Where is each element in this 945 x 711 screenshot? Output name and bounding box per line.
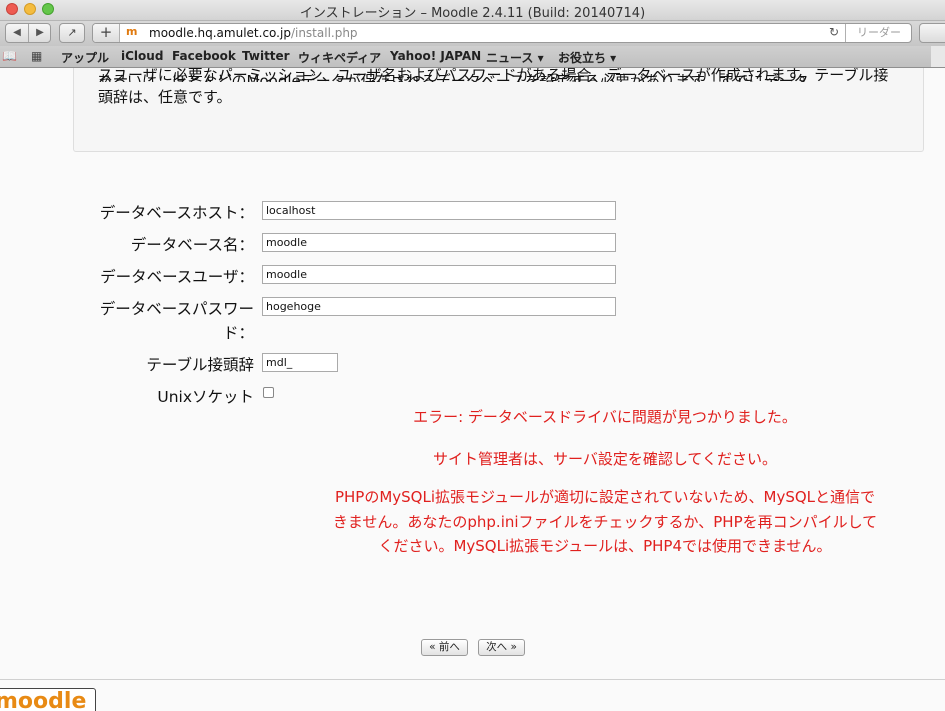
next-button[interactable]: 次へ » bbox=[478, 639, 525, 656]
address-bar[interactable]: + m moodle.hq.amulet.co.jp/install.php ↻… bbox=[92, 23, 912, 43]
reader-button[interactable]: リーダー bbox=[845, 24, 912, 42]
window-title: インストレーション – Moodle 2.4.11 (Build: 201407… bbox=[299, 6, 646, 21]
db-password-input[interactable] bbox=[262, 297, 616, 316]
prev-button[interactable]: « 前へ bbox=[421, 639, 468, 656]
bookmark-menu-news[interactable]: ニュース ▾ bbox=[486, 49, 544, 66]
db-host-input[interactable] bbox=[262, 201, 616, 220]
back-button[interactable]: ◀ bbox=[6, 25, 28, 41]
bookmark-item[interactable]: iCloud bbox=[121, 49, 163, 63]
forward-button[interactable]: ▶ bbox=[29, 25, 51, 41]
bookmark-item[interactable]: ウィキペディア bbox=[298, 49, 381, 66]
url-path: /install.php bbox=[290, 26, 358, 40]
browser-toolbar: ◀ ▶ ↗ + m moodle.hq.amulet.co.jp/install… bbox=[0, 21, 945, 46]
error-driver: エラー: データベースドライバに問題が見つかりました。 bbox=[413, 408, 797, 426]
db-user-input[interactable] bbox=[262, 265, 616, 284]
title-bar: インストレーション – Moodle 2.4.11 (Build: 201407… bbox=[0, 0, 945, 21]
bookmark-item[interactable]: Yahoo! JAPAN bbox=[390, 49, 481, 63]
reading-list-icon[interactable]: 📖 bbox=[2, 49, 17, 63]
bookmark-item[interactable]: Facebook bbox=[172, 49, 236, 63]
db-host-label: データベースホスト： bbox=[99, 204, 254, 222]
table-prefix-input[interactable] bbox=[262, 353, 338, 372]
scrollbar[interactable] bbox=[931, 46, 945, 67]
unix-socket-label: Unixソケット bbox=[157, 388, 254, 406]
share-button[interactable]: ↗ bbox=[59, 23, 85, 43]
moodle-logo[interactable]: moodle bbox=[0, 688, 96, 711]
bookmark-item[interactable]: Twitter bbox=[242, 49, 290, 63]
page-content: スユーザに必要なパーミッション、ユーザ名およびパスワードがある場合、データベース… bbox=[0, 68, 945, 711]
unix-socket-checkbox[interactable] bbox=[263, 387, 274, 398]
top-sites-icon[interactable]: ▦ bbox=[31, 49, 42, 63]
moodle-favicon-icon: m bbox=[126, 25, 138, 38]
footer-divider bbox=[0, 679, 945, 680]
info-text-cut-line: あるいは、ほとんどのMoodleデータが保存されるデータベースを設定する必要があ… bbox=[97, 72, 809, 82]
url-host: moodle.hq.amulet.co.jp bbox=[149, 26, 291, 40]
table-prefix-label: テーブル接頭辞 bbox=[146, 356, 254, 374]
toolbar-edge-button[interactable] bbox=[919, 23, 945, 43]
error-mysqli: PHPのMySQLi拡張モジュールが適切に設定されていないため、MySQLと通信… bbox=[332, 488, 878, 555]
moodle-logo-text: moodle bbox=[0, 689, 87, 711]
reload-icon[interactable]: ↻ bbox=[829, 25, 839, 39]
db-name-label: データベース名： bbox=[130, 236, 254, 254]
db-password-label-cont: ド： bbox=[222, 324, 254, 342]
add-tab-button[interactable]: + bbox=[93, 24, 120, 42]
db-password-label: データベースパスワー bbox=[99, 300, 254, 318]
bookmark-menu-useful[interactable]: お役立ち ▾ bbox=[558, 49, 616, 66]
bookmarks-bar: 📖 ▦ アップル iCloud Facebook Twitter ウィキペディア… bbox=[0, 46, 945, 68]
error-admin: サイト管理者は、サーバ設定を確認してください。 bbox=[433, 450, 777, 468]
bookmark-item[interactable]: アップル bbox=[61, 49, 109, 66]
db-name-input[interactable] bbox=[262, 233, 616, 252]
nav-buttons: ◀ ▶ bbox=[5, 23, 51, 43]
url-text[interactable]: moodle.hq.amulet.co.jp/install.php bbox=[149, 26, 358, 40]
db-user-label: データベースユーザ： bbox=[100, 268, 254, 286]
